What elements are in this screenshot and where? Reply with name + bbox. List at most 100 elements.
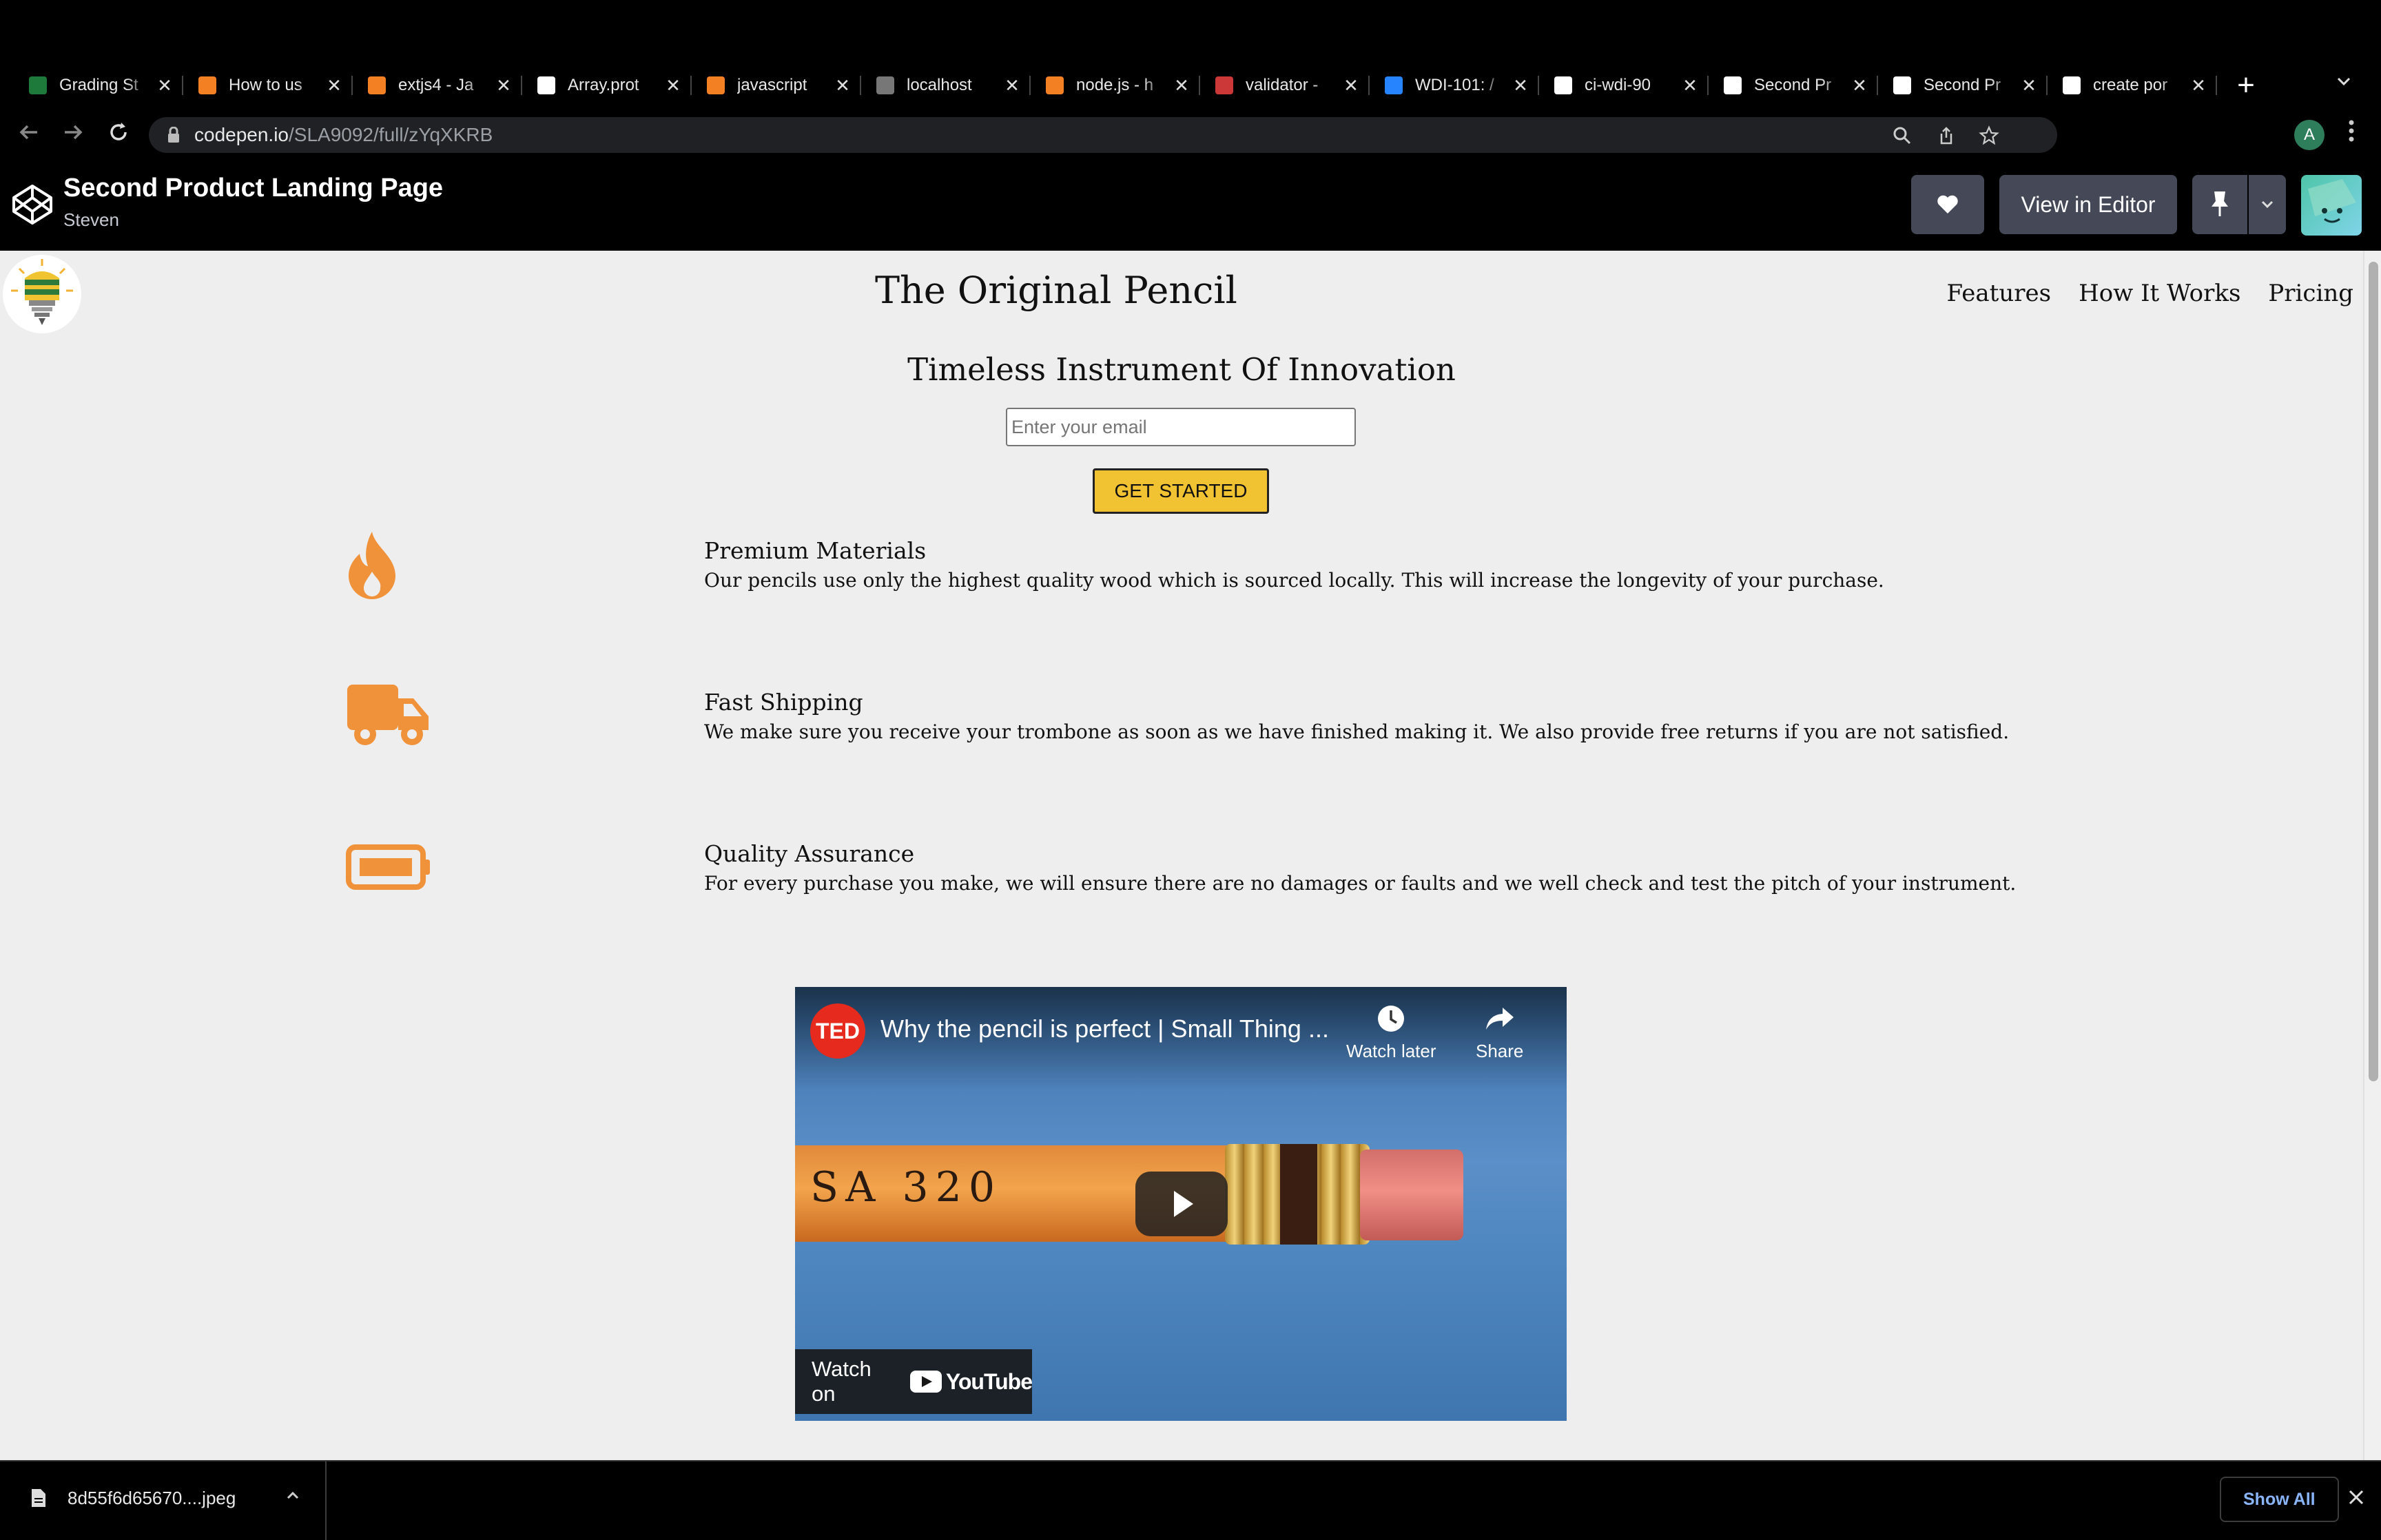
- browser-tab[interactable]: ci-wdi-90 ✕: [1539, 63, 1709, 107]
- lightbulb-icon: [11, 259, 73, 325]
- codepen-logo-icon[interactable]: [11, 183, 54, 226]
- more-vertical-icon: [2349, 120, 2354, 142]
- feature-description: Our pencils use only the highest quality…: [704, 569, 1884, 592]
- pencil-ferrule: [1225, 1144, 1370, 1245]
- tab-close-button[interactable]: ✕: [1342, 76, 1360, 94]
- browser-tab[interactable]: node.js - h ✕: [1031, 63, 1200, 107]
- tab-favicon-icon: [198, 76, 216, 94]
- share-button[interactable]: [1936, 125, 1957, 146]
- zoom-button[interactable]: [1892, 125, 1913, 146]
- magnifier-icon: [1893, 127, 1911, 145]
- pin-icon: [2212, 191, 2228, 216]
- pen-title[interactable]: Second Product Landing Page: [63, 174, 443, 203]
- share-video-button[interactable]: Share: [1476, 1003, 1523, 1062]
- watch-later-button[interactable]: Watch later: [1346, 1003, 1436, 1062]
- tab-close-button[interactable]: ✕: [1512, 76, 1529, 94]
- tab-title: Second Pr: [1754, 76, 1832, 94]
- browser-tab[interactable]: Grading St ✕: [14, 63, 183, 107]
- tab-close-button[interactable]: ✕: [2189, 76, 2207, 94]
- address-bar[interactable]: codepen.io/SLA9092/full/zYqXKRB: [149, 117, 2057, 153]
- feature-description: For every purchase you make, we will ens…: [704, 872, 2017, 895]
- new-tab-button[interactable]: +: [2229, 69, 2263, 102]
- browser-tab[interactable]: Array.prot ✕: [522, 63, 692, 107]
- get-started-button[interactable]: GET STARTED: [1093, 468, 1269, 514]
- pin-button[interactable]: [2192, 175, 2247, 234]
- love-button[interactable]: [1911, 175, 1984, 234]
- scrollbar-thumb[interactable]: [2369, 262, 2378, 1081]
- arrow-left-icon: [19, 125, 37, 140]
- tab-title: validator -: [1246, 76, 1319, 94]
- show-all-downloads-button[interactable]: Show All: [2220, 1477, 2339, 1522]
- truck-icon: [347, 685, 429, 745]
- tab-title: localhost: [907, 76, 972, 94]
- download-item[interactable]: 8d55f6d65670....jpeg: [0, 1461, 327, 1540]
- chevron-down-icon: [2261, 200, 2274, 209]
- tab-search-button[interactable]: [2330, 72, 2358, 99]
- tab-favicon-icon: [1385, 76, 1403, 94]
- tab-close-button[interactable]: ✕: [1003, 76, 1021, 94]
- reload-button[interactable]: [103, 120, 134, 150]
- tab-favicon-icon: [29, 76, 47, 94]
- browser-tab[interactable]: Second Pr ✕: [1878, 63, 2048, 107]
- channel-logo[interactable]: TED: [810, 1003, 865, 1059]
- tab-close-button[interactable]: ✕: [156, 76, 174, 94]
- clock-icon: [1378, 1006, 1405, 1032]
- youtube-logo-icon: [909, 1371, 942, 1393]
- profile-avatar[interactable]: A: [2294, 120, 2325, 150]
- browser-tab[interactable]: validator - ✕: [1200, 63, 1370, 107]
- browser-tab[interactable]: create por ✕: [2048, 63, 2217, 107]
- user-avatar[interactable]: [2301, 175, 2362, 236]
- tab-title: create por: [2093, 76, 2168, 94]
- browser-tab[interactable]: localhost ✕: [861, 63, 1031, 107]
- battery-icon: [346, 844, 430, 890]
- back-button[interactable]: [14, 120, 44, 150]
- pen-author[interactable]: Steven: [63, 209, 119, 231]
- close-icon: [2349, 1490, 2364, 1505]
- codepen-header: Second Product Landing Page Steven View …: [0, 160, 2381, 251]
- tab-favicon-icon: [537, 76, 555, 94]
- tab-close-button[interactable]: ✕: [1851, 76, 1868, 94]
- browser-menu-button[interactable]: [2341, 118, 2362, 152]
- tab-title: Second Pr: [1924, 76, 2001, 94]
- video-title[interactable]: Why the pencil is perfect | Small Thing …: [880, 1014, 1329, 1043]
- tab-close-button[interactable]: ✕: [1681, 76, 1699, 94]
- pin-menu-button[interactable]: [2249, 175, 2286, 234]
- fire-icon: [349, 532, 395, 599]
- view-in-editor-button[interactable]: View in Editor: [1999, 175, 2177, 234]
- heart-icon: [1937, 195, 1958, 214]
- feature-title: Quality Assurance: [704, 840, 915, 867]
- tab-list: Grading St ✕ How to us ✕ extjs4 - Ja ✕ Array.p…: [14, 63, 2217, 107]
- tab-close-button[interactable]: ✕: [834, 76, 852, 94]
- page-scrollbar[interactable]: [2363, 251, 2381, 1460]
- tab-close-button[interactable]: ✕: [495, 76, 513, 94]
- feature-title: Premium Materials: [704, 537, 927, 564]
- browser-tab[interactable]: extjs4 - Ja ✕: [353, 63, 522, 107]
- watch-on-youtube-button[interactable]: Watch on YouTube: [795, 1349, 1033, 1414]
- tab-favicon-icon: [1893, 76, 1911, 94]
- tab-close-button[interactable]: ✕: [1173, 76, 1190, 94]
- hero-title: Timeless Instrument Of Innovation: [907, 351, 1456, 388]
- browser-tab[interactable]: WDI-101: / ✕: [1370, 63, 1539, 107]
- tab-title: ci-wdi-90: [1585, 76, 1651, 94]
- tab-favicon-icon: [1554, 76, 1572, 94]
- avatar-face-icon: [2308, 179, 2356, 223]
- browser-tab[interactable]: javascript ✕: [692, 63, 861, 107]
- play-button[interactable]: [1135, 1172, 1228, 1236]
- youtube-video-embed[interactable]: SA 320 TED Why the pencil is perfect | S…: [795, 987, 1567, 1421]
- download-options-button[interactable]: [282, 1486, 303, 1507]
- nav-link-features[interactable]: Features: [1947, 280, 2052, 307]
- tab-close-button[interactable]: ✕: [664, 76, 682, 94]
- close-downloads-bar-button[interactable]: [2344, 1486, 2369, 1511]
- page-content: The Original Pencil Features How It Work…: [0, 251, 2381, 1460]
- tab-close-button[interactable]: ✕: [2020, 76, 2038, 94]
- bookmark-button[interactable]: [1979, 125, 1999, 146]
- arrow-right-icon: [65, 125, 83, 140]
- browser-tab[interactable]: How to us ✕: [183, 63, 353, 107]
- nav-link-how-it-works[interactable]: How It Works: [2079, 280, 2240, 307]
- browser-tab[interactable]: Second Pr ✕: [1709, 63, 1878, 107]
- forward-button[interactable]: [58, 120, 88, 150]
- nav-link-pricing[interactable]: Pricing: [2268, 280, 2353, 307]
- pencil-imprint: SA 320: [810, 1163, 1002, 1211]
- tab-close-button[interactable]: ✕: [325, 76, 343, 94]
- email-input[interactable]: [1006, 408, 1356, 446]
